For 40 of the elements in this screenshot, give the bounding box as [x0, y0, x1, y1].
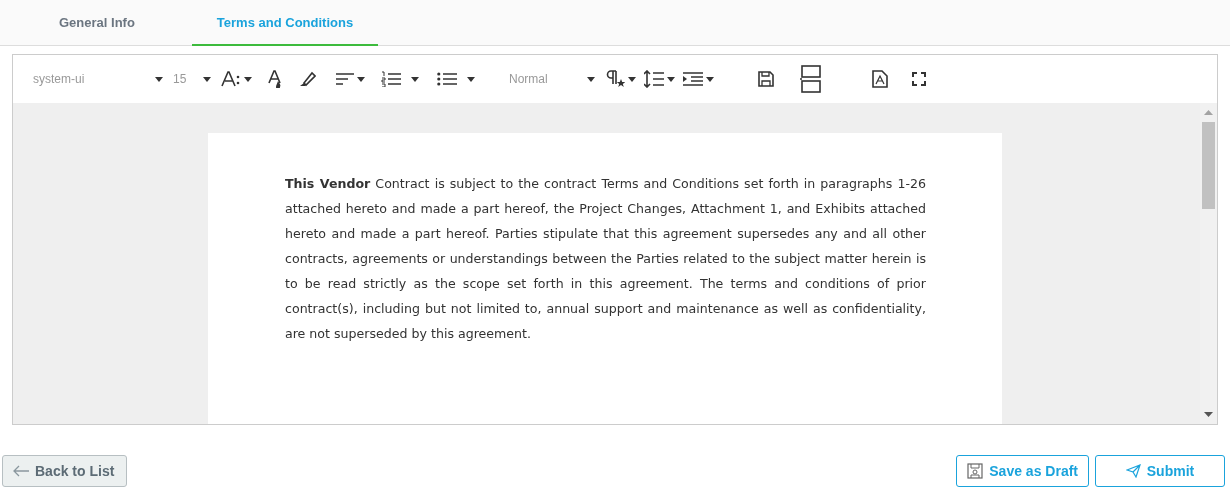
font-size-icon[interactable] [221, 71, 241, 87]
tab[interactable]: Terms and Conditions [191, 0, 379, 46]
scroll-down-icon[interactable] [1204, 412, 1213, 417]
bullet-list-icon[interactable] [437, 71, 457, 87]
scroll-thumb[interactable] [1202, 122, 1215, 209]
caret-icon [357, 76, 365, 82]
tab[interactable]: General Info [40, 0, 154, 46]
indent-icon[interactable] [683, 71, 703, 87]
draft-icon [967, 463, 984, 479]
caret-icon [587, 76, 595, 82]
pdf-icon[interactable] [872, 70, 888, 88]
fullscreen-icon[interactable] [912, 72, 926, 86]
size-value: 15 [173, 72, 187, 86]
caret-icon [244, 76, 252, 82]
page-break-icon[interactable] [800, 65, 822, 93]
line-height-icon[interactable] [644, 70, 664, 88]
paragraph-style-icon[interactable] [605, 70, 625, 88]
save-icon[interactable] [758, 71, 774, 87]
caret-icon [203, 76, 211, 82]
style-dropdown[interactable]: Normal [509, 72, 595, 86]
font-dropdown[interactable]: system-ui [33, 72, 163, 86]
font-value: system-ui [33, 72, 85, 86]
font-color-icon[interactable] [268, 70, 282, 88]
arrow-left-icon [13, 465, 29, 477]
submit-button[interactable]: Submit [1095, 455, 1225, 487]
caret-icon [411, 76, 419, 82]
back-button[interactable]: Back to List [2, 455, 128, 487]
style-value: Normal [509, 72, 548, 86]
send-icon [1125, 464, 1141, 478]
size-dropdown[interactable]: 15 [173, 72, 211, 86]
align-icon[interactable] [336, 72, 354, 86]
caret-icon [706, 76, 714, 82]
caret-icon [667, 76, 675, 82]
caret-icon [155, 76, 163, 82]
numbered-list-icon[interactable] [381, 71, 401, 87]
highlighter-icon[interactable] [298, 71, 316, 87]
contract-paragraph: This Vendor Contract is subject to the contract Terms and Conditions set forth in paragraphs 1-26 attached hereto and made a part hereof, the Project Changes, Attachment 1, and Exhibits attached hereto and made a part hereof. Parties stipulate that this agreement supersedes any and all other contracts, agreements or understandings between the Parties related to the subject matter herein is to be read strictly as the scope set forth in this agreement. The terms and conditions of prior contract(s), including but not limited to, annual support and maintenance as well as confidentiality, are not superseded by this agreement. [285, 175, 926, 343]
caret-icon [467, 76, 475, 82]
save-draft-button[interactable]: Save as Draft [956, 455, 1089, 487]
caret-icon [628, 76, 636, 82]
